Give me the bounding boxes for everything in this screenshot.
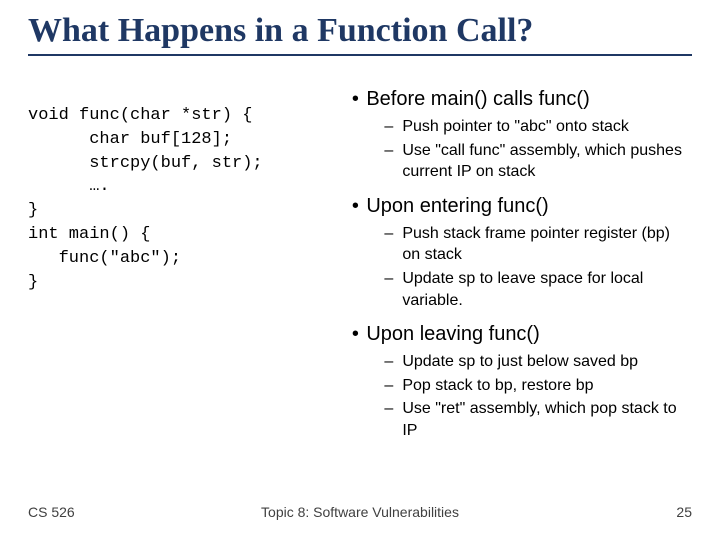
sub-label: Update sp to leave space for local varia… (402, 268, 692, 311)
dash-icon: – (384, 116, 402, 138)
sub-label: Pop stack to bp, restore bp (402, 375, 593, 397)
sub-list: –Push pointer to "abc" onto stack –Use "… (344, 116, 692, 183)
list-item: –Use "call func" assembly, which pushes … (384, 140, 692, 183)
sub-label: Push pointer to "abc" onto stack (402, 116, 629, 138)
list-item: –Use "ret" assembly, which pop stack to … (384, 398, 692, 441)
bullets-column: • Before main() calls func() –Push point… (344, 86, 692, 452)
slide: What Happens in a Function Call? void fu… (0, 0, 720, 540)
sub-label: Use "call func" assembly, which pushes c… (402, 140, 692, 183)
list-item: –Pop stack to bp, restore bp (384, 375, 692, 397)
bullet-list: • Before main() calls func() –Push point… (344, 86, 692, 442)
slide-body: void func(char *str) { char buf[128]; st… (28, 86, 692, 452)
dash-icon: – (384, 398, 402, 420)
list-item: –Push stack frame pointer register (bp) … (384, 223, 692, 266)
sub-list: –Push stack frame pointer register (bp) … (344, 223, 692, 311)
bullet-label: Before main() calls func() (366, 86, 589, 112)
bullet-enter-func: • Upon entering func() –Push stack frame… (344, 193, 692, 311)
bullet-dot-icon: • (344, 321, 366, 347)
list-item: –Push pointer to "abc" onto stack (384, 116, 692, 138)
dash-icon: – (384, 223, 402, 245)
sub-label: Use "ret" assembly, which pop stack to I… (402, 398, 692, 441)
bullet-label: Upon entering func() (366, 193, 548, 219)
slide-footer: CS 526 Topic 8: Software Vulnerabilities… (0, 504, 720, 520)
sub-label: Push stack frame pointer register (bp) o… (402, 223, 692, 266)
code-block: void func(char *str) { char buf[128]; st… (28, 104, 336, 294)
footer-course: CS 526 (28, 504, 75, 520)
bullet-before-main: • Before main() calls func() –Push point… (344, 86, 692, 183)
bullet-dot-icon: • (344, 86, 366, 112)
bullet-dot-icon: • (344, 193, 366, 219)
bullet-leave-func: • Upon leaving func() –Update sp to just… (344, 321, 692, 441)
list-item: –Update sp to leave space for local vari… (384, 268, 692, 311)
sub-list: –Update sp to just below saved bp –Pop s… (344, 351, 692, 441)
list-item: –Update sp to just below saved bp (384, 351, 692, 373)
footer-topic: Topic 8: Software Vulnerabilities (0, 504, 720, 520)
sub-label: Update sp to just below saved bp (402, 351, 638, 373)
dash-icon: – (384, 375, 402, 397)
bullet-label: Upon leaving func() (366, 321, 539, 347)
code-column: void func(char *str) { char buf[128]; st… (28, 86, 336, 452)
footer-page-num: 25 (676, 504, 692, 520)
dash-icon: – (384, 140, 402, 162)
slide-title: What Happens in a Function Call? (28, 12, 692, 56)
dash-icon: – (384, 351, 402, 373)
dash-icon: – (384, 268, 402, 290)
